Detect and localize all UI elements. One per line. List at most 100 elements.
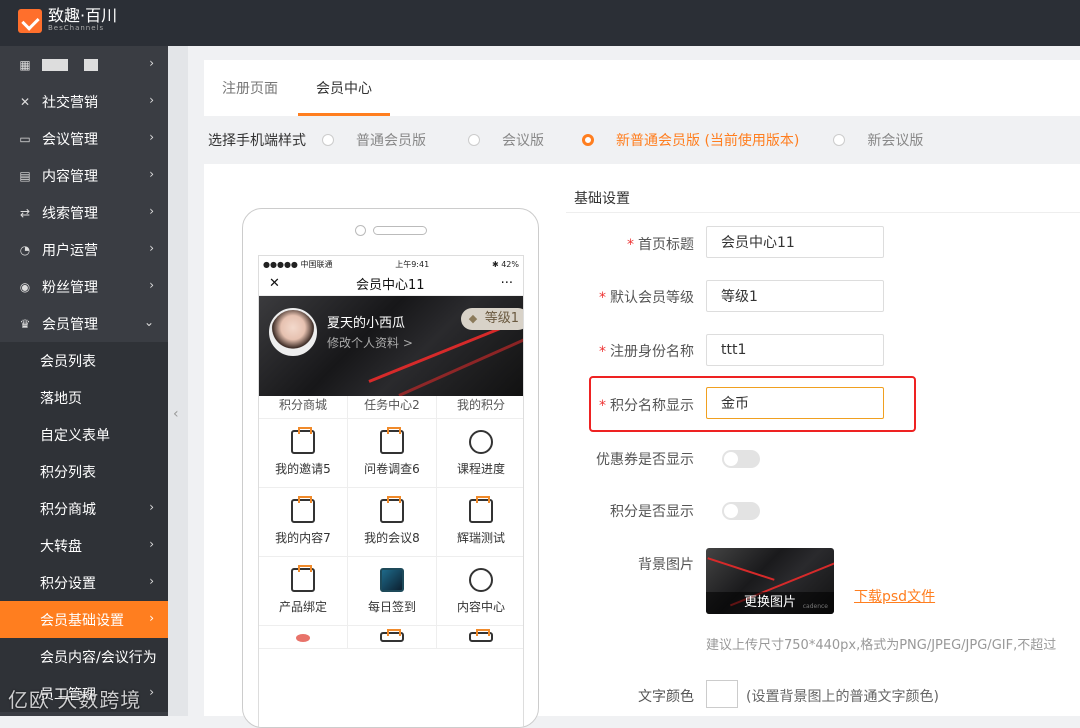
grid-item[interactable]: 我的邀请5 <box>259 419 348 487</box>
sidebar-sub-label: 积分设置 <box>40 575 96 592</box>
grid-item[interactable]: 问卷调查6 <box>348 419 437 487</box>
sidebar-sub-label: 积分商城 <box>40 501 96 518</box>
text-color-picker[interactable] <box>706 680 738 708</box>
field-label-identity-name: * 注册身份名称 <box>599 341 694 361</box>
download-psd-link[interactable]: 下载psd文件 <box>854 586 935 606</box>
sidebar-sub-custom-form[interactable]: 自定义表单 <box>0 416 168 453</box>
grid-item[interactable]: 内容中心 <box>437 557 523 625</box>
sidebar-sub-label: 自定义表单 <box>40 427 110 444</box>
radio-new-meeting[interactable]: 新会议版 <box>833 130 923 150</box>
home-title-input[interactable] <box>706 226 884 258</box>
required-mark: * <box>599 290 606 306</box>
sidebar-sub-wheel[interactable]: 大转盘 › <box>0 527 168 564</box>
sidebar-sub-member-behavior[interactable]: 会员内容/会议行为 <box>0 638 168 675</box>
sidebar-sub-points-settings[interactable]: 积分设置 › <box>0 564 168 601</box>
grid-item[interactable]: 产品绑定 <box>259 557 348 625</box>
sidebar-sub-label: 落地页 <box>40 390 82 407</box>
sidebar-item-leads[interactable]: ⇄ 线索管理 › <box>0 194 168 231</box>
tab-register-page[interactable]: 注册页面 <box>222 78 278 98</box>
chevron-right-icon: › <box>149 278 154 292</box>
sidebar-item-user-ops[interactable]: ◔ 用户运营 › <box>0 231 168 268</box>
chevron-right-icon: › <box>149 204 154 218</box>
upload-hint: 建议上传尺寸750*440px,格式为PNG/JPEG/JPG/GIF,不超过 <box>706 638 1057 653</box>
sidebar-sub-label: 积分列表 <box>40 464 96 481</box>
blurred-label <box>42 58 68 71</box>
grid-row <box>259 626 523 649</box>
edit-profile-link[interactable]: 修改个人资料 > <box>327 334 413 351</box>
grid-item-label: 每日签到 <box>367 599 416 614</box>
grid-item[interactable]: 辉瑞测试 <box>437 488 523 556</box>
chevron-right-icon: › <box>149 574 154 588</box>
points-display-toggle[interactable] <box>722 502 760 520</box>
sidebar-item-members[interactable]: ♛ 会员管理 ⌄ <box>0 305 168 342</box>
grid-item-points-mall[interactable]: 积分商城 <box>259 396 348 418</box>
grid-item-label: 产品绑定 <box>278 599 327 614</box>
phone-screen: ●●●●● 中国联通 上午9:41 ✱ 42% ✕ 会员中心11 ··· 夏天的… <box>258 255 524 727</box>
identity-name-input[interactable] <box>706 334 884 366</box>
coupon-display-toggle[interactable] <box>722 450 760 468</box>
radio-label: 新会议版 <box>867 133 924 149</box>
sidebar-item-label: 用户运营 <box>42 242 98 259</box>
sidebar-sub-label: 会员基础设置 <box>40 612 124 629</box>
grid-item[interactable] <box>259 626 348 648</box>
sidebar-sub-points-list[interactable]: 积分列表 <box>0 453 168 490</box>
user-name: 夏天的小西瓜 <box>327 316 406 331</box>
tab-member-center[interactable]: 会员中心 <box>316 78 372 98</box>
radio-label: 新普通会员版 (当前使用版本) <box>616 133 800 149</box>
field-label-points-toggle: 积分是否显示 <box>610 504 694 520</box>
section-divider <box>566 212 1080 213</box>
brand-logo[interactable]: 致趣·百川 BesChannels <box>18 8 117 33</box>
crown-icon <box>291 426 315 454</box>
field-label-text: 首页标题 <box>638 237 694 253</box>
grid-row: 积分商城 任务中心2 我的积分 <box>259 396 523 419</box>
grid-item-task-center[interactable]: 任务中心2 <box>348 396 437 418</box>
sidebar-collapse-handle[interactable]: ‹ <box>168 46 188 716</box>
monitor-icon: ▭ <box>19 131 31 146</box>
grid-icon: ▦ <box>19 57 31 72</box>
sidebar-sub-label: 大转盘 <box>40 538 82 555</box>
radio-normal-member[interactable]: 普通会员版 <box>322 130 426 150</box>
required-mark: * <box>599 398 606 414</box>
grid-item[interactable] <box>348 626 437 648</box>
phone-preview: ●●●●● 中国联通 上午9:41 ✱ 42% ✕ 会员中心11 ··· 夏天的… <box>242 208 539 728</box>
sidebar-item-content[interactable]: ▤ 内容管理 › <box>0 157 168 194</box>
required-mark: * <box>627 237 634 253</box>
radio-new-normal-member[interactable]: 新普通会员版 (当前使用版本) <box>582 130 799 150</box>
sidebar-item-meetings[interactable]: ▭ 会议管理 › <box>0 120 168 157</box>
sidebar-sub-member-list[interactable]: 会员列表 <box>0 342 168 379</box>
top-bar: 致趣·百川 BesChannels <box>0 0 1080 46</box>
text-color-hint: (设置背景图上的普通文字颜色) <box>746 689 939 705</box>
watermark: 亿欧 大数跨境 <box>8 688 142 712</box>
funnel-icon: ⇄ <box>19 205 31 220</box>
sidebar-sub-points-mall[interactable]: 积分商城 › <box>0 490 168 527</box>
calendar-check-icon <box>380 495 404 523</box>
sidebar-item-fans[interactable]: ◉ 粉丝管理 › <box>0 268 168 305</box>
radio-dot <box>322 134 334 146</box>
radio-meeting[interactable]: 会议版 <box>468 130 544 150</box>
grid-item-my-points[interactable]: 我的积分 <box>437 396 523 418</box>
points-name-input[interactable] <box>706 387 884 419</box>
sidebar-item-social[interactable]: ✕ 社交营销 › <box>0 83 168 120</box>
radio-dot <box>468 134 480 146</box>
grid-item[interactable] <box>437 626 523 648</box>
avatar[interactable] <box>269 308 317 356</box>
gift-icon <box>469 629 493 642</box>
sidebar-sub-landing[interactable]: 落地页 <box>0 379 168 416</box>
grid-item[interactable]: 我的会议8 <box>348 488 437 556</box>
calendar-check-icon <box>469 495 493 523</box>
background-image-preview[interactable]: 更换图片 cadence <box>706 548 834 614</box>
grid-row: 我的邀请5 问卷调查6 课程进度 <box>259 419 523 488</box>
sidebar-sub-member-basic-settings[interactable]: 会员基础设置 › <box>0 601 168 638</box>
more-icon[interactable]: ··· <box>501 276 513 291</box>
chevron-right-icon: › <box>149 537 154 551</box>
close-icon[interactable]: ✕ <box>269 276 280 291</box>
grid-item[interactable]: 我的内容7 <box>259 488 348 556</box>
grid-item-label: 课程进度 <box>456 461 505 476</box>
default-level-input[interactable] <box>706 280 884 312</box>
sidebar-item-label: 内容管理 <box>42 168 98 185</box>
grid-item[interactable]: 每日签到 <box>348 557 437 625</box>
bg-brand-mark: cadence <box>802 603 828 610</box>
grid-item[interactable]: 课程进度 <box>437 419 523 487</box>
flower-icon <box>296 634 310 642</box>
sidebar-item-dashboard[interactable]: ▦ › <box>0 46 168 83</box>
